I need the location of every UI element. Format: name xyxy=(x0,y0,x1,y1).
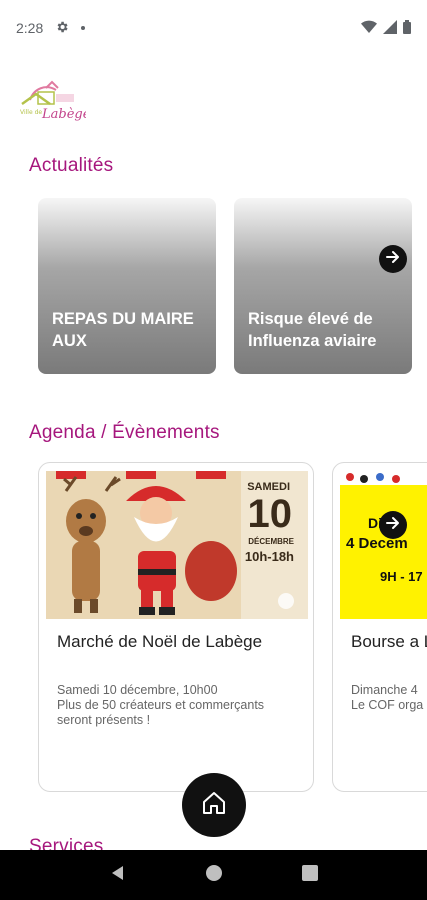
section-title-agenda: Agenda / Évènements xyxy=(29,422,220,443)
event-title: Marché de Noël de Labège xyxy=(57,632,263,651)
status-time: 2:28 xyxy=(16,20,44,36)
event-card[interactable]: SAMEDI 10 DÉCEMBRE 10h-18h Marché de Noë… xyxy=(38,462,314,792)
status-bar: 2:28 xyxy=(0,0,427,56)
section-title-news: Actualités xyxy=(29,155,114,176)
event-poster: SAMEDI 10 DÉCEMBRE 10h-18h xyxy=(46,471,308,619)
back-icon[interactable] xyxy=(109,864,127,887)
news-next-button[interactable] xyxy=(379,245,407,273)
wifi-icon xyxy=(361,20,377,37)
event-card[interactable]: Di 4 Decem 9H - 17 Bourse a Livres Diman… xyxy=(332,462,427,792)
event-date: Dimanche 4 xyxy=(351,683,418,697)
event-description: Le COF orga Bourse aux j dimanche 4 xyxy=(351,698,427,712)
event-description: Plus de 50 créateurs et commerçants sero… xyxy=(57,698,265,727)
system-nav-bar xyxy=(0,850,427,900)
news-card[interactable]: REPAS DU MAIRE AUX xyxy=(38,198,216,374)
poster-hours: 10h-18h xyxy=(244,549,294,564)
labege-logo[interactable]: Ville de Labège xyxy=(16,78,91,126)
event-details: Dimanche 4 Le COF orga Bourse aux j dima… xyxy=(351,683,427,713)
news-card[interactable]: Risque élevé de Influenza aviaire xyxy=(234,198,412,374)
home-circle-icon[interactable] xyxy=(205,864,223,887)
poster-day: 10 xyxy=(247,492,293,536)
news-carousel[interactable]: REPAS DU MAIRE AUX Risque élevé de Influ… xyxy=(38,198,427,376)
event-details: Samedi 10 décembre, 10h00 Plus de 50 cré… xyxy=(57,683,299,728)
news-title: Risque élevé de Influenza aviaire xyxy=(248,310,377,350)
event-title: Bourse a Livres xyxy=(351,632,427,651)
events-carousel[interactable]: SAMEDI 10 DÉCEMBRE 10h-18h Marché de Noë… xyxy=(38,462,427,794)
home-icon xyxy=(200,789,228,822)
event-poster: Di 4 Decem 9H - 17 xyxy=(340,471,427,619)
arrow-right-icon xyxy=(385,249,401,270)
svg-text:Ville de: Ville de xyxy=(20,109,42,116)
gear-icon xyxy=(55,20,69,37)
home-button[interactable] xyxy=(182,773,246,837)
battery-icon xyxy=(403,19,411,37)
poster-month: DÉCEMBRE xyxy=(248,537,294,546)
event-date: Samedi 10 décembre, 10h00 xyxy=(57,683,218,697)
news-title: REPAS DU MAIRE AUX xyxy=(52,310,194,350)
recents-icon[interactable] xyxy=(301,864,318,886)
poster-hours: 9H - 17 xyxy=(380,569,423,584)
svg-text:Labège: Labège xyxy=(41,107,86,122)
arrow-right-icon xyxy=(385,515,401,536)
notification-dot-icon xyxy=(81,26,86,30)
signal-icon xyxy=(383,19,397,37)
events-next-button[interactable] xyxy=(379,511,407,539)
